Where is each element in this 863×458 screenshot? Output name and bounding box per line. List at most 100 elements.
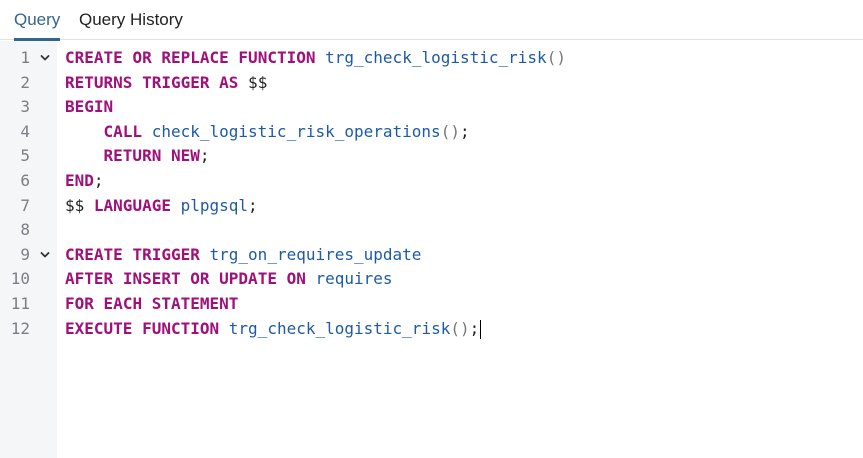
sql-keyword: RETURNS: [65, 72, 133, 92]
code-line[interactable]: 7 $$ LANGUAGE plpgsql;: [0, 194, 863, 219]
sql-punctuation: [200, 245, 210, 264]
code-line[interactable]: 2 RETURNS TRIGGER AS $$: [0, 71, 863, 96]
code-text: $$ LANGUAGE plpgsql;: [65, 194, 258, 219]
code-text: RETURN NEW;: [65, 144, 210, 169]
sql-punctuation: [161, 146, 171, 165]
line-number: 1: [20, 48, 30, 67]
tab-query-history-label: Query History: [79, 10, 183, 29]
tab-query-label: Query: [14, 10, 61, 29]
sql-punctuation: [132, 73, 142, 92]
sql-identifier: trg_on_requires_update: [209, 244, 422, 264]
sql-keyword: FUNCTION: [142, 318, 220, 338]
line-number: 10: [10, 269, 30, 289]
sql-punctuation: [142, 294, 152, 313]
sql-keyword: EACH: [103, 293, 143, 313]
code-text: CREATE TRIGGER trg_on_requires_update: [65, 243, 421, 268]
line-number: 12: [10, 318, 30, 338]
sql-punctuation: [277, 269, 287, 288]
sql-identifier: check_logistic_risk_operations: [151, 121, 441, 141]
editor-tab-bar: Query Query History: [0, 0, 863, 41]
tab-query-history[interactable]: Query History: [79, 0, 183, 40]
sql-keyword: UPDATE: [219, 269, 277, 289]
code-text: CALL check_logistic_risk_operations();: [65, 120, 470, 145]
line-number: 2: [20, 72, 30, 92]
sql-punctuation: [94, 294, 104, 313]
chevron-down-icon[interactable]: [38, 243, 52, 268]
sql-keyword: LANGUAGE: [93, 195, 171, 215]
tab-query[interactable]: Query: [14, 0, 61, 41]
sql-punctuation: [181, 269, 191, 288]
sql-punctuation: [142, 122, 152, 141]
line-number: 7: [20, 195, 30, 215]
line-number: 8: [20, 220, 30, 240]
sql-punctuation: ;: [248, 195, 258, 215]
code-line[interactable]: 5 RETURN NEW;: [0, 144, 863, 169]
sql-punctuation: [65, 146, 104, 165]
text-cursor: [480, 319, 482, 339]
sql-punctuation: [315, 48, 325, 67]
sql-keyword: OR: [132, 48, 152, 67]
sql-punctuation: (): [546, 48, 566, 67]
chevron-down-icon[interactable]: [38, 46, 52, 71]
sql-keyword: ON: [286, 269, 306, 289]
sql-keyword: CREATE: [65, 48, 123, 67]
sql-identifier: trg_check_logistic_risk: [325, 48, 547, 67]
line-number: 4: [20, 121, 30, 141]
sql-punctuation: [229, 48, 239, 67]
code-line[interactable]: 8: [0, 218, 863, 243]
sql-punctuation: [65, 122, 104, 141]
sql-keyword: STATEMENT: [151, 293, 239, 313]
code-area[interactable]: 1 CREATE OR REPLACE FUNCTION trg_check_lo…: [0, 46, 863, 341]
sql-punctuation: ;: [469, 318, 480, 338]
line-number: 6: [20, 170, 30, 190]
sql-keyword: BEGIN: [65, 97, 114, 117]
sql-punctuation: ;: [199, 146, 210, 166]
sql-keyword: END: [65, 170, 94, 190]
line-number: 5: [20, 146, 30, 166]
sql-punctuation: [132, 319, 142, 338]
sql-keyword: CALL: [103, 121, 143, 141]
line-number: 11: [10, 293, 30, 313]
sql-editor[interactable]: 1 CREATE OR REPLACE FUNCTION trg_check_lo…: [0, 41, 863, 458]
line-number: 3: [20, 97, 30, 117]
sql-keyword: FUNCTION: [238, 48, 316, 67]
sql-keyword: OR: [190, 269, 210, 289]
sql-keyword: FOR: [65, 293, 94, 313]
code-line[interactable]: 9 CREATE TRIGGER trg_on_requires_update: [0, 243, 863, 268]
code-line[interactable]: 11 FOR EACH STATEMENT: [0, 292, 863, 317]
code-text: EXECUTE FUNCTION trg_check_logistic_risk…: [65, 317, 482, 342]
sql-punctuation: $$: [65, 195, 94, 215]
sql-punctuation: [219, 319, 229, 338]
sql-punctuation: ;: [93, 170, 104, 190]
sql-keyword: INSERT: [122, 269, 181, 289]
sql-keyword: TRIGGER: [142, 72, 210, 92]
code-text: BEGIN: [65, 95, 113, 120]
code-line[interactable]: 1 CREATE OR REPLACE FUNCTION trg_check_lo…: [0, 46, 863, 71]
sql-identifier: plpgsql: [180, 195, 249, 215]
code-line[interactable]: 3 BEGIN: [0, 95, 863, 120]
code-line[interactable]: 10 AFTER INSERT OR UPDATE ON requires: [0, 267, 863, 292]
sql-identifier: trg_check_logistic_risk: [228, 318, 451, 338]
sql-punctuation: [123, 245, 133, 264]
sql-keyword: AFTER: [65, 269, 114, 289]
code-line[interactable]: 6 END;: [0, 169, 863, 194]
sql-punctuation: [113, 269, 123, 288]
code-text: AFTER INSERT OR UPDATE ON requires: [65, 267, 393, 292]
sql-keyword: CREATE: [65, 244, 123, 264]
sql-keyword: TRIGGER: [132, 244, 200, 264]
sql-keyword: RETURN: [103, 146, 162, 166]
code-text: FOR EACH STATEMENT: [65, 292, 238, 317]
sql-punctuation: [152, 48, 162, 67]
sql-keyword: EXECUTE: [65, 318, 133, 338]
sql-punctuation: (): [440, 121, 460, 141]
sql-punctuation: [171, 196, 181, 215]
sql-punctuation: [210, 269, 220, 288]
sql-punctuation: $$: [238, 72, 268, 92]
code-line[interactable]: 12 EXECUTE FUNCTION trg_check_logistic_ri…: [0, 317, 863, 342]
sql-punctuation: (): [450, 318, 470, 338]
code-text: END;: [65, 169, 104, 194]
sql-keyword: REPLACE: [161, 48, 229, 67]
code-line[interactable]: 4 CALL check_logistic_risk_operations();: [0, 120, 863, 145]
code-text: RETURNS TRIGGER AS $$: [65, 71, 267, 96]
sql-punctuation: [123, 48, 133, 67]
